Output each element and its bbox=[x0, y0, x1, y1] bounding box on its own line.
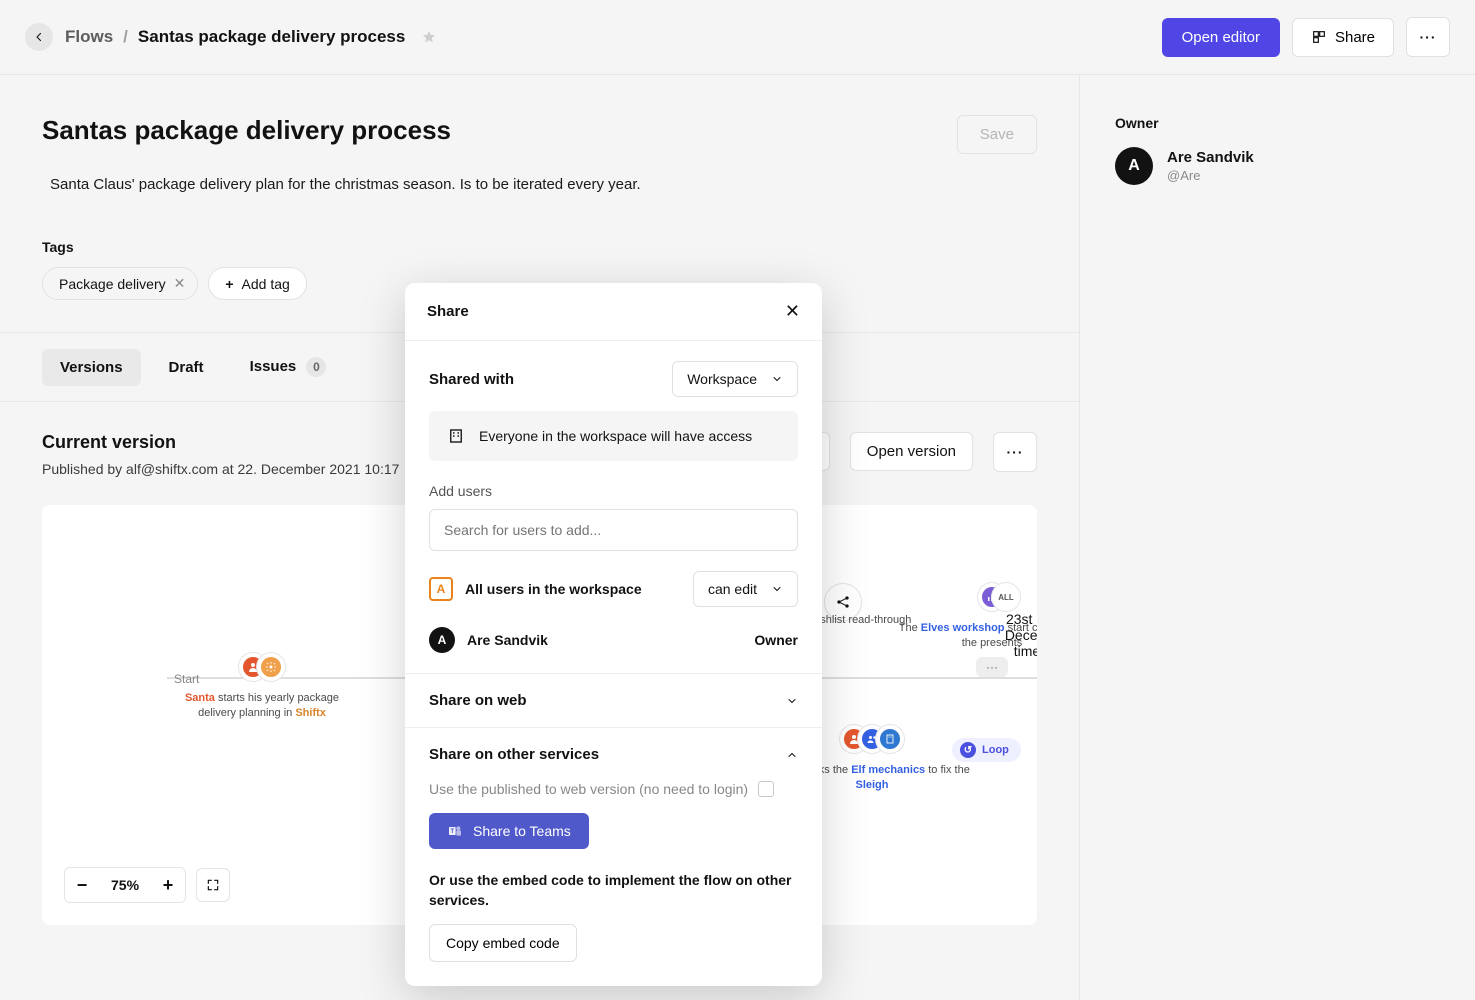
issues-count-badge: 0 bbox=[306, 357, 326, 377]
share-to-teams-label: Share to Teams bbox=[473, 823, 571, 839]
embed-note: Or use the embed code to implement the f… bbox=[429, 871, 798, 910]
teams-icon: T bbox=[447, 823, 463, 839]
breadcrumb-sep: / bbox=[123, 27, 128, 47]
chevron-down-icon bbox=[771, 373, 783, 385]
zoom-out-button[interactable]: − bbox=[65, 868, 99, 902]
fullscreen-button[interactable] bbox=[196, 868, 230, 902]
share-modal: Share ✕ Shared with Workspace Everyone i… bbox=[405, 283, 822, 986]
chevron-left-icon bbox=[33, 31, 45, 43]
permission-label: can edit bbox=[708, 581, 757, 597]
plus-icon: + bbox=[225, 276, 233, 292]
tags-label: Tags bbox=[42, 239, 1037, 255]
checkbox[interactable] bbox=[758, 781, 774, 797]
add-tag-label: Add tag bbox=[242, 276, 290, 292]
owner-label: Owner bbox=[1115, 115, 1440, 131]
share-other-label: Share on other services bbox=[429, 746, 599, 763]
svg-text:T: T bbox=[450, 829, 454, 835]
flow-node-label: Santa starts his yearly package delivery… bbox=[172, 691, 352, 721]
copy-embed-button[interactable]: Copy embed code bbox=[429, 924, 577, 962]
back-button[interactable] bbox=[25, 23, 53, 51]
shared-with-label: Shared with bbox=[429, 371, 514, 388]
share-other-body: Use the published to web version (no nee… bbox=[405, 781, 822, 986]
flow-node[interactable]: ALL 23st of Decem time bbox=[997, 583, 1037, 659]
user-search-input[interactable] bbox=[429, 509, 798, 551]
shared-with-section: Shared with Workspace Everyone in the wo… bbox=[405, 341, 822, 673]
owner-handle: @Are bbox=[1167, 168, 1254, 183]
share-to-teams-button[interactable]: T Share to Teams bbox=[429, 813, 589, 849]
chevron-down-icon bbox=[786, 695, 798, 707]
share-button-label: Share bbox=[1335, 29, 1375, 46]
zoom-in-button[interactable]: + bbox=[151, 868, 185, 902]
user-row-label: Are Sandvik bbox=[467, 632, 548, 648]
user-row-label: All users in the workspace bbox=[465, 581, 642, 597]
shared-scope-label: Workspace bbox=[687, 371, 757, 387]
tab-issues[interactable]: Issues 0 bbox=[232, 347, 345, 387]
breadcrumb-current: Santas package delivery process bbox=[138, 27, 405, 47]
more-dots-icon[interactable]: ··· bbox=[976, 657, 1008, 677]
owner-row: A Are Sandvik @Are bbox=[1115, 147, 1440, 185]
tab-versions[interactable]: Versions bbox=[42, 349, 141, 386]
owner-role-label: Owner bbox=[754, 632, 798, 648]
save-button[interactable]: Save bbox=[957, 115, 1037, 154]
breadcrumb: Flows / Santas package delivery process bbox=[65, 27, 437, 47]
tab-draft[interactable]: Draft bbox=[151, 349, 222, 386]
tag-chip[interactable]: Package delivery ✕ bbox=[42, 267, 198, 300]
building-icon bbox=[447, 427, 465, 445]
tag-chip-label: Package delivery bbox=[59, 276, 166, 292]
open-editor-button[interactable]: Open editor bbox=[1162, 18, 1280, 57]
loop-icon: ↺ bbox=[960, 742, 976, 758]
avatar: A bbox=[1115, 147, 1153, 185]
all-badge: ALL bbox=[992, 583, 1020, 611]
zoom-level: 75% bbox=[99, 869, 151, 901]
flow-node-label: 23st of Decem time bbox=[997, 611, 1037, 659]
favorite-star-icon[interactable] bbox=[421, 29, 437, 45]
zoom-controls: − 75% + bbox=[64, 867, 230, 903]
expand-icon bbox=[206, 878, 220, 892]
version-more-button[interactable]: ··· bbox=[993, 432, 1037, 472]
workspace-access-text: Everyone in the workspace will have acce… bbox=[479, 428, 752, 444]
avatar: A bbox=[429, 577, 453, 601]
flow-node[interactable]: Santa starts his yearly package delivery… bbox=[172, 653, 352, 721]
user-row-owner: A Are Sandvik Owner bbox=[429, 627, 798, 653]
topbar: Flows / Santas package delivery process … bbox=[0, 0, 1475, 75]
modal-header: Share ✕ bbox=[405, 283, 822, 341]
share-other-accordion[interactable]: Share on other services bbox=[405, 727, 822, 781]
loop-label: Loop bbox=[982, 744, 1009, 756]
use-published-label: Use the published to web version (no nee… bbox=[429, 781, 748, 797]
share-button[interactable]: Share bbox=[1292, 18, 1394, 57]
share-icon bbox=[1311, 29, 1327, 45]
avatar: A bbox=[429, 627, 455, 653]
building-icon bbox=[876, 725, 904, 753]
tag-remove-icon[interactable]: ✕ bbox=[174, 275, 186, 292]
more-menu-button[interactable]: ··· bbox=[1406, 17, 1450, 57]
page-title: Santas package delivery process bbox=[42, 115, 937, 146]
loop-chip[interactable]: ↺ Loop bbox=[952, 738, 1021, 762]
permission-select[interactable]: can edit bbox=[693, 571, 798, 607]
add-users-label: Add users bbox=[429, 483, 798, 499]
open-version-button[interactable]: Open version bbox=[850, 432, 973, 471]
right-column: Owner A Are Sandvik @Are bbox=[1080, 75, 1475, 1000]
user-row-all: A All users in the workspace can edit bbox=[429, 571, 798, 607]
owner-name: Are Sandvik bbox=[1167, 149, 1254, 166]
use-published-row[interactable]: Use the published to web version (no nee… bbox=[429, 781, 798, 797]
add-tag-button[interactable]: + Add tag bbox=[208, 267, 306, 300]
gear-icon bbox=[257, 653, 285, 681]
shared-scope-select[interactable]: Workspace bbox=[672, 361, 798, 397]
share-on-web-accordion[interactable]: Share on web bbox=[405, 673, 822, 727]
chevron-down-icon bbox=[771, 583, 783, 595]
close-icon[interactable]: ✕ bbox=[785, 301, 800, 322]
breadcrumb-root[interactable]: Flows bbox=[65, 27, 113, 47]
chevron-up-icon bbox=[786, 749, 798, 761]
share-on-web-label: Share on web bbox=[429, 692, 527, 709]
workspace-access-note: Everyone in the workspace will have acce… bbox=[429, 411, 798, 461]
tab-issues-label: Issues bbox=[250, 358, 297, 375]
modal-title: Share bbox=[427, 303, 469, 320]
page-description: Santa Claus' package delivery plan for t… bbox=[42, 176, 1037, 193]
